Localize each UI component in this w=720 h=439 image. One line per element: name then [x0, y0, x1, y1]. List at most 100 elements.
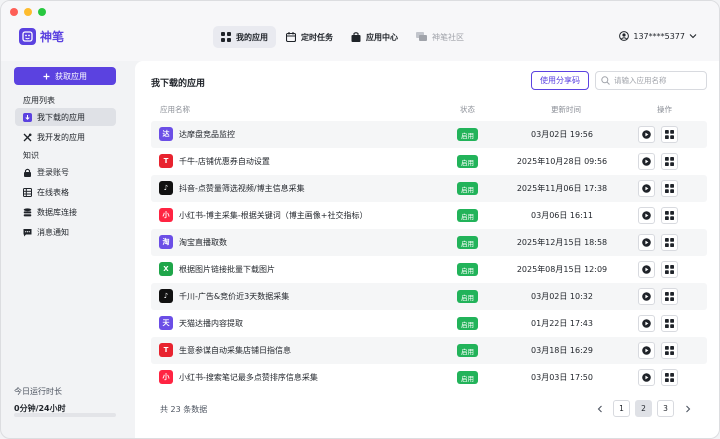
grid-icon — [665, 319, 674, 328]
prev-page-button[interactable] — [591, 400, 608, 417]
manage-button[interactable] — [661, 315, 678, 332]
run-button[interactable] — [638, 342, 655, 359]
window-controls — [10, 8, 46, 16]
update-time: 03月18日 16:29 — [531, 346, 593, 355]
table-row[interactable]: ♪ 千川-广告&竞价近3天数据采集 启用 03月02日 10:32 — [151, 283, 707, 310]
app-icon: 小 — [159, 208, 173, 222]
user-menu[interactable]: 137****5377 — [619, 31, 697, 41]
app-logo[interactable]: 神笔 — [19, 28, 64, 45]
download-app-icon — [23, 112, 32, 122]
play-icon — [642, 346, 651, 355]
page-button[interactable]: 2 — [635, 400, 652, 417]
maximize-window-button[interactable] — [38, 8, 46, 16]
next-page-button[interactable] — [679, 400, 696, 417]
nav-scheduled-tasks[interactable]: 定时任务 — [278, 26, 341, 48]
column-header-status: 状态 — [460, 105, 475, 114]
grid-icon — [665, 130, 674, 139]
manage-button[interactable] — [661, 180, 678, 197]
manage-button[interactable] — [661, 288, 678, 305]
app-name[interactable]: 小红书-搜索笔记最多点赞排序信息采集 — [179, 372, 318, 383]
table-row[interactable]: 小小红书-博主采集-根据关键词（博主画像+社交指标） 启用 03月06日 16:11 — [151, 202, 707, 229]
minimize-window-button[interactable] — [24, 8, 32, 16]
app-name[interactable]: 根据图片链接批量下载图片 — [179, 264, 275, 275]
sidebar-item-notifications[interactable]: 消息通知 — [15, 223, 116, 241]
status-badge: 启用 — [457, 317, 478, 330]
run-button[interactable] — [638, 180, 655, 197]
app-icon: 小 — [159, 370, 173, 384]
grid-icon — [221, 32, 231, 42]
nav-scheduled-tasks-label: 定时任务 — [301, 32, 333, 42]
nav-my-apps[interactable]: 我的应用 — [213, 26, 276, 48]
run-button[interactable] — [638, 234, 655, 251]
run-button[interactable] — [638, 261, 655, 278]
update-time: 03月03日 17:50 — [531, 373, 593, 382]
run-button[interactable] — [638, 315, 655, 332]
app-name[interactable]: 天猫达播内容提取 — [179, 318, 243, 329]
table-icon — [23, 187, 32, 197]
table-header: 应用名称 状态 更新时间 操作 — [151, 101, 707, 117]
app-icon: T — [159, 154, 173, 168]
app-icon: T — [159, 343, 173, 357]
logo-icon — [19, 28, 36, 45]
app-name: 神笔 — [40, 30, 65, 44]
column-header-name: 应用名称 — [160, 105, 190, 114]
play-icon — [642, 184, 651, 193]
run-button[interactable] — [638, 369, 655, 386]
sidebar-item-label: 我下载的应用 — [37, 112, 85, 122]
page-button[interactable]: 3 — [657, 400, 674, 417]
search-input[interactable] — [614, 76, 704, 85]
status-badge: 启用 — [457, 155, 478, 168]
table-row[interactable]: 淘淘宝直播取数 启用 2025年12月15日 18:58 — [151, 229, 707, 256]
run-button[interactable] — [638, 153, 655, 170]
table-row[interactable]: 达达摩盘竞品监控 启用 03月02日 19:56 — [151, 121, 707, 148]
table-row[interactable]: ♪ 抖音-点赞量筛选视频/博主信息采集 启用 2025年11月06日 17:38 — [151, 175, 707, 202]
table-row[interactable]: X 根据图片链接批量下载图片 启用 2025年08月15日 12:09 — [151, 256, 707, 283]
update-time: 03月06日 16:11 — [531, 211, 593, 220]
app-name[interactable]: 生意参谋自动采集店铺日指信息 — [179, 345, 291, 356]
app-name[interactable]: 达摩盘竞品监控 — [179, 129, 235, 140]
status-badge: 启用 — [457, 182, 478, 195]
chat-icon — [416, 32, 427, 41]
page-button[interactable]: 1 — [613, 400, 630, 417]
sidebar-item-label: 我开发的应用 — [37, 132, 85, 142]
total-count: 共 23 条数据 — [160, 405, 208, 414]
run-button[interactable] — [638, 207, 655, 224]
manage-button[interactable] — [661, 153, 678, 170]
app-name[interactable]: 千牛-店铺优惠券自动设置 — [179, 156, 270, 167]
nav-community-label: 神笔社区 — [432, 32, 464, 42]
sidebar-item-login-accounts[interactable]: 登录账号 — [15, 163, 116, 181]
play-icon — [642, 319, 651, 328]
play-icon — [642, 292, 651, 301]
run-button[interactable] — [638, 288, 655, 305]
sidebar-item-database-connections[interactable]: 数据库连接 — [15, 203, 116, 221]
table-row[interactable]: 小小红书-搜索笔记最多点赞排序信息采集 启用 03月03日 17:50 — [151, 364, 707, 391]
manage-button[interactable] — [661, 261, 678, 278]
sidebar-item-developed-apps[interactable]: 我开发的应用 — [15, 128, 116, 146]
sidebar-item-online-tables[interactable]: 在线表格 — [15, 183, 116, 201]
app-name[interactable]: 小红书-博主采集-根据关键词（博主画像+社交指标） — [179, 210, 367, 221]
table-row[interactable]: T 生意参谋自动采集店铺日指信息 启用 03月18日 16:29 — [151, 337, 707, 364]
play-icon — [642, 157, 651, 166]
update-time: 2025年08月15日 12:09 — [516, 265, 608, 274]
app-name[interactable]: 淘宝直播取数 — [179, 237, 227, 248]
nav-app-center[interactable]: 应用中心 — [343, 26, 406, 48]
run-button[interactable] — [638, 126, 655, 143]
close-window-button[interactable] — [10, 8, 18, 16]
manage-button[interactable] — [661, 207, 678, 224]
manage-button[interactable] — [661, 369, 678, 386]
manage-button[interactable] — [661, 234, 678, 251]
table-row[interactable]: T 千牛-店铺优惠券自动设置 启用 2025年10月28日 09:56 — [151, 148, 707, 175]
section-title-knowledge: 知识 — [23, 151, 39, 160]
nav-community[interactable]: 神笔社区 — [408, 26, 472, 48]
app-name[interactable]: 抖音-点赞量筛选视频/博主信息采集 — [179, 183, 305, 194]
manage-button[interactable] — [661, 342, 678, 359]
table-row[interactable]: 天天猫达播内容提取 启用 01月22日 17:43 — [151, 310, 707, 337]
manage-button[interactable] — [661, 126, 678, 143]
app-name[interactable]: 千川-广告&竞价近3天数据采集 — [179, 291, 289, 302]
share-code-button[interactable]: 使用分享码 — [531, 71, 589, 90]
user-icon — [619, 31, 630, 41]
sidebar-item-label: 消息通知 — [37, 227, 69, 237]
get-app-button[interactable]: 获取应用 — [14, 67, 116, 85]
status-badge: 启用 — [457, 344, 478, 357]
sidebar-item-downloaded-apps[interactable]: 我下载的应用 — [15, 108, 116, 126]
